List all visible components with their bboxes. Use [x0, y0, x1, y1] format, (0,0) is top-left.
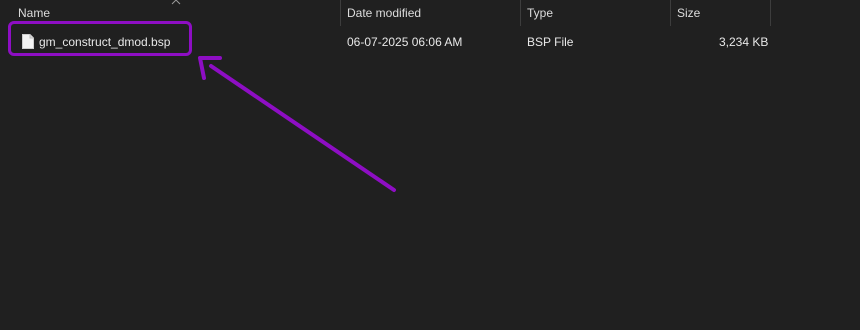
- document-icon: [22, 34, 34, 49]
- column-header-size-label: Size: [677, 6, 701, 20]
- column-divider[interactable]: [770, 0, 771, 26]
- sort-ascending-icon: [171, 0, 181, 5]
- file-row[interactable]: gm_construct_dmod.bsp 06-07-2025 06:06 A…: [8, 29, 774, 55]
- column-header-name-label: Name: [18, 6, 51, 20]
- file-list-view: Name Date modified Type Size gm_construc…: [0, 0, 860, 330]
- column-header-date-label: Date modified: [347, 6, 422, 20]
- column-header-type-label: Type: [527, 6, 554, 20]
- file-name[interactable]: gm_construct_dmod.bsp: [39, 29, 170, 55]
- file-size: 3,234 KB: [719, 35, 769, 49]
- column-header-size[interactable]: Size: [671, 0, 770, 26]
- column-header-date-modified[interactable]: Date modified: [341, 0, 520, 26]
- column-header-type[interactable]: Type: [521, 0, 670, 26]
- file-type: BSP File: [527, 35, 574, 49]
- file-date-modified: 06-07-2025 06:06 AM: [347, 35, 463, 49]
- column-header-row: Name Date modified Type Size: [0, 0, 860, 26]
